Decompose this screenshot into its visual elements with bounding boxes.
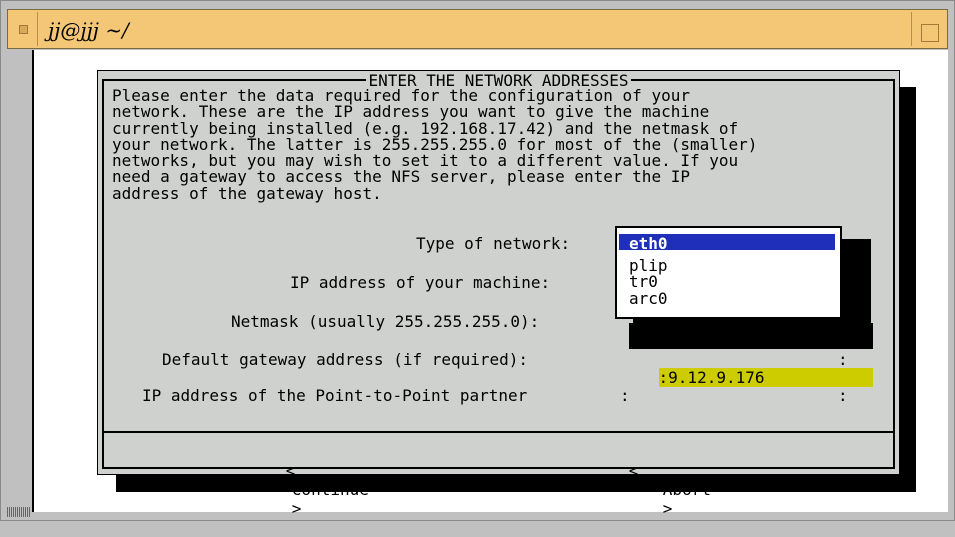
- continue-left-bracket: <: [285, 461, 296, 480]
- gateway-field[interactable]: :9.12.9.176: [620, 349, 873, 387]
- ptp-partner-field[interactable]: :: [620, 386, 630, 406]
- network-option-eth0[interactable]: eth0: [619, 234, 835, 253]
- scrollbar[interactable]: [7, 50, 32, 507]
- continue-right-bracket: >: [291, 499, 302, 518]
- network-option-arc0[interactable]: arc0: [629, 289, 668, 308]
- gateway-value: :9.12.9.176: [658, 368, 873, 387]
- ptp-partner-label: IP address of the Point-to-Point partner: [142, 386, 528, 405]
- abort-left-bracket: <: [628, 461, 639, 480]
- window-title: jj@jjj ~/: [48, 18, 129, 42]
- gateway-field-end: :: [838, 350, 848, 369]
- network-option-plip[interactable]: plip: [629, 256, 668, 275]
- window-titlebar[interactable]: jj@jjj ~/: [7, 9, 948, 49]
- gateway-label: Default gateway address (if required):: [162, 350, 529, 369]
- netmask-label: Netmask (usually 255.255.255.0):: [231, 312, 540, 331]
- maximize-icon-square: [921, 24, 939, 42]
- button-bar: < Continue > < Abort >: [102, 431, 895, 518]
- continue-button[interactable]: < Continue >: [228, 442, 369, 537]
- abort-label: Abort: [662, 480, 711, 499]
- continue-label: Continue: [291, 480, 369, 499]
- abort-button[interactable]: < Abort >: [571, 442, 711, 537]
- window-menu-icon[interactable]: [10, 12, 38, 46]
- network-option-tr0[interactable]: tr0: [629, 272, 658, 291]
- window-menu-icon-square: [19, 24, 28, 34]
- network-type-label: Type of network:: [416, 234, 571, 253]
- network-type-dropdown[interactable]: eth0 plip tr0 arc0: [615, 226, 842, 319]
- maximize-icon[interactable]: [911, 12, 945, 46]
- ptp-partner-field-end: :: [838, 386, 848, 405]
- abort-right-bracket: >: [662, 499, 673, 518]
- ip-address-label: IP address of your machine:: [290, 273, 551, 292]
- dialog-description: Please enter the data required for the c…: [112, 86, 758, 203]
- resize-grip-icon[interactable]: [7, 507, 31, 517]
